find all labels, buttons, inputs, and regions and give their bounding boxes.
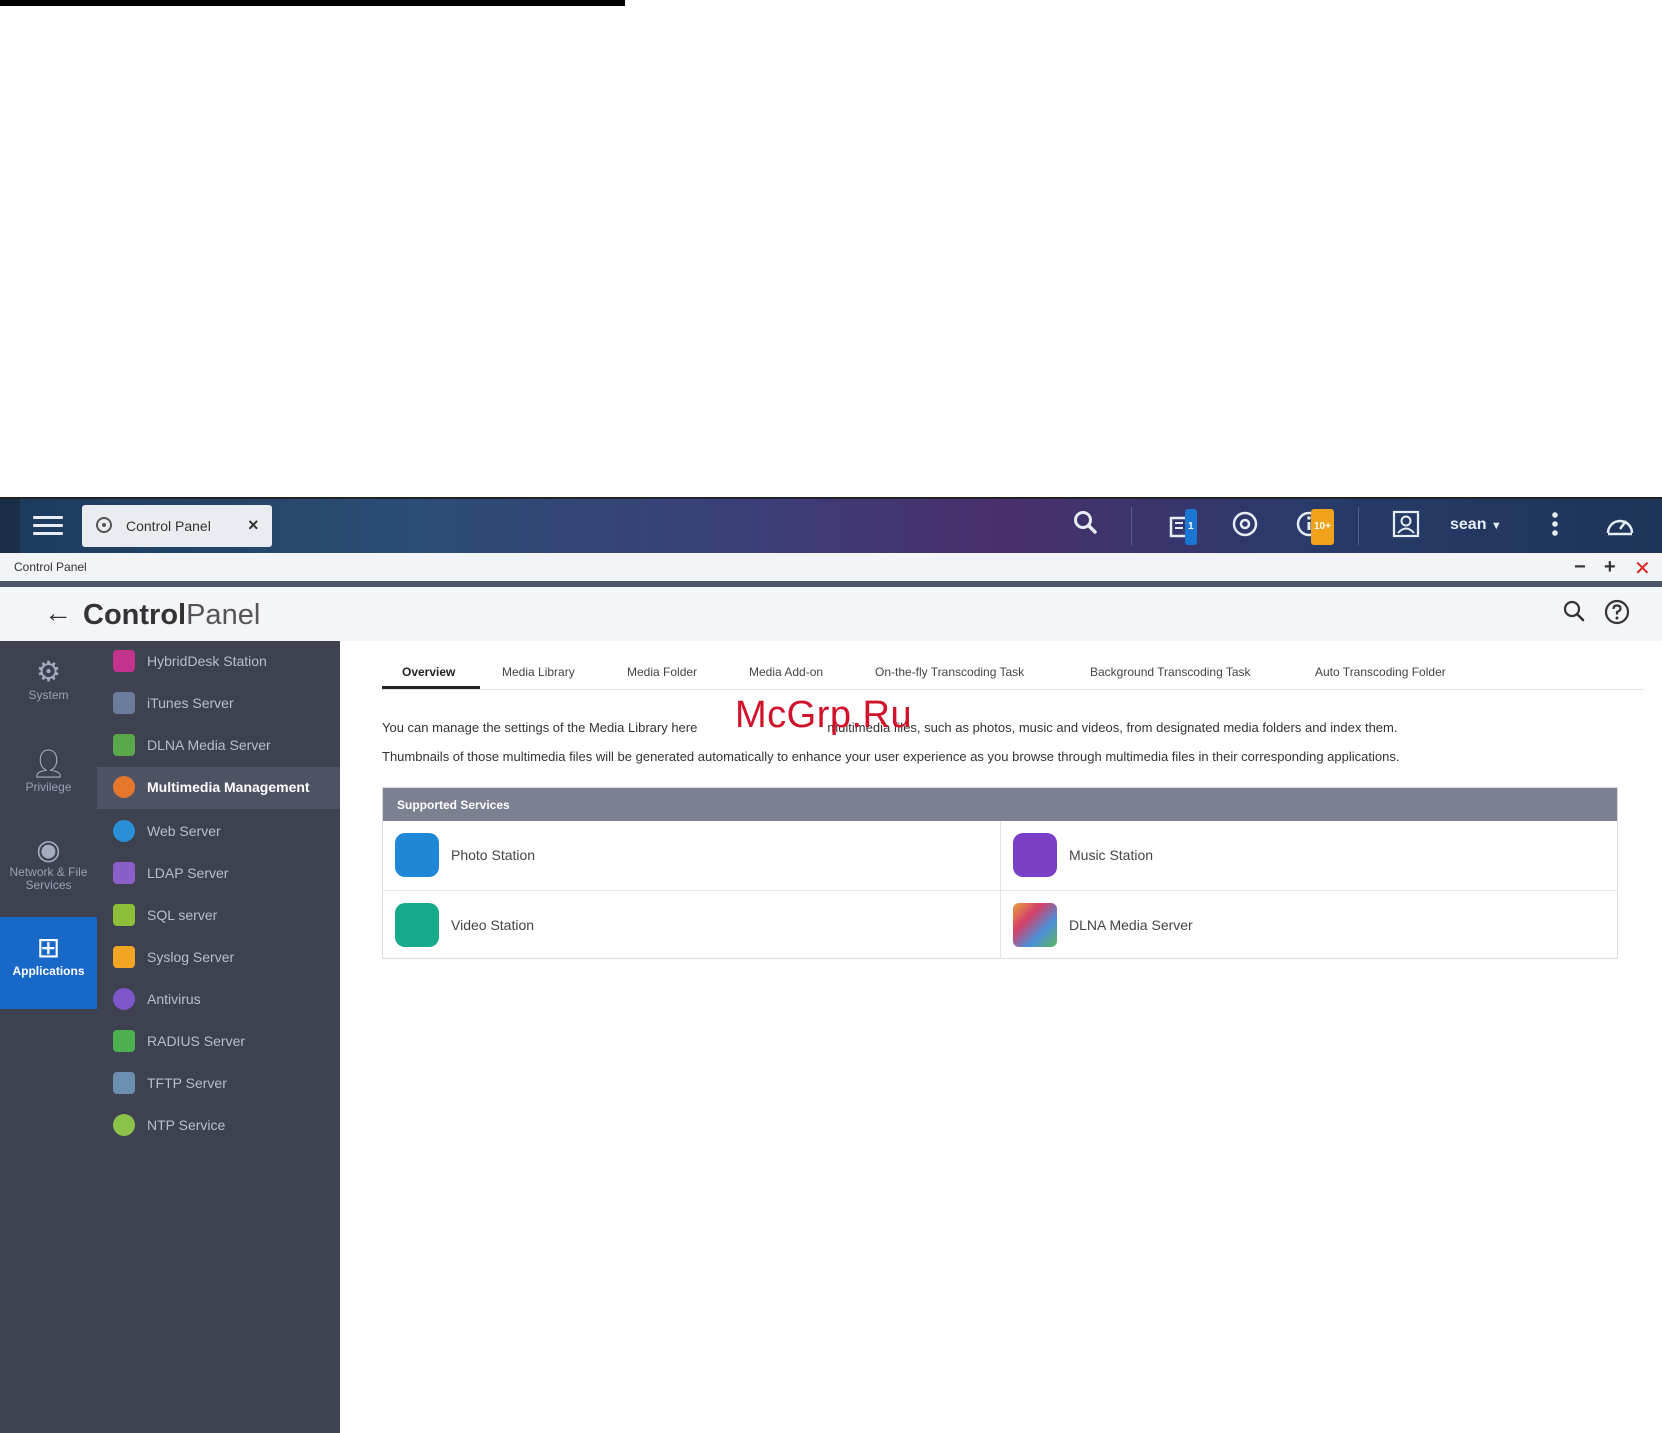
external-device-icon[interactable] [1228,509,1262,543]
ntp-icon [113,1114,135,1136]
taskbar-separator [1131,507,1132,545]
tab-overview[interactable]: Overview [402,665,455,679]
search-icon[interactable] [1562,599,1586,630]
sub-item-hybriddesk-station[interactable]: HybridDesk Station [97,641,340,681]
application-sub-nav: HybridDesk Station iTunes Server DLNA Me… [97,641,340,1433]
sub-item-dlna-media-server[interactable]: DLNA Media Server [97,725,340,765]
hybriddesk-icon [113,650,135,672]
category-label: Network & File Services [9,865,88,892]
web-icon [113,820,135,842]
tab-bar: Overview Media Library Media Folder Medi… [382,659,1644,690]
window-title-bar: Control Panel − + ✕ [0,553,1662,587]
sub-item-radius-server[interactable]: RADIUS Server [97,1021,340,1061]
sub-item-web-server[interactable]: Web Server [97,811,340,851]
user-name: sean [1450,516,1487,533]
itunes-icon [113,692,135,714]
radius-icon [113,1030,135,1052]
main-content: Overview Media Library Media Folder Medi… [340,641,1662,1433]
service-dlna-media-server: DLNA Media Server [1001,890,1617,958]
sql-icon [113,904,135,926]
category-system[interactable]: ⚙ System [0,641,97,733]
back-arrow-icon[interactable]: ← [44,597,72,629]
service-photo-station: Photo Station [383,821,1000,889]
window-close-icon[interactable]: ✕ [1634,556,1651,581]
taskbar-left-edge [0,499,20,553]
background-tasks-icon[interactable]: 1 [1163,509,1197,545]
search-icon[interactable] [1068,509,1102,543]
description-line-2: Thumbnails of those multimedia files wil… [382,749,1400,764]
user-avatar-icon[interactable] [1389,509,1423,543]
qts-taskbar: Control Panel × 1 10+ sean ▼ [0,499,1662,553]
sub-item-multimedia-management[interactable]: Multimedia Management [97,767,340,809]
tab-background-transcoding[interactable]: Background Transcoding Task [1090,665,1251,679]
gear-icon [96,517,112,533]
sub-item-sql-server[interactable]: SQL server [97,895,340,935]
sub-item-itunes-server[interactable]: iTunes Server [97,683,340,723]
tab-on-the-fly-transcoding[interactable]: On-the-fly Transcoding Task [875,665,1024,679]
globe-icon: ◉ [36,834,61,865]
supported-services-header: Supported Services [383,788,1617,821]
minimize-icon[interactable]: − [1574,556,1586,579]
multimedia-icon [113,776,135,798]
dlna-icon [113,734,135,756]
taskbar-separator [1358,507,1359,545]
tab-media-folder[interactable]: Media Folder [627,665,697,679]
window-title: Control Panel [14,560,87,574]
sub-item-tftp-server[interactable]: TFTP Server [97,1063,340,1103]
antivirus-icon [113,988,135,1010]
control-panel-header: ← ControlPanel [0,587,1662,641]
main-menu-icon[interactable] [33,511,63,541]
category-label: Privilege [25,780,72,794]
event-count-badge: 10+ [1311,509,1334,545]
category-label: System [28,688,69,702]
category-privilege[interactable]: 👤︎ Privilege [0,733,97,825]
event-notification-icon[interactable]: 10+ [1293,509,1334,545]
apps-grid-icon: ⊞ [36,932,61,963]
category-label: Applications [12,964,85,978]
video-station-icon [395,903,439,947]
dlna-media-server-icon [1013,903,1057,947]
service-music-station: Music Station [1001,821,1617,889]
task-count-badge: 1 [1185,509,1197,545]
sub-item-antivirus[interactable]: Antivirus [97,979,340,1019]
help-icon[interactable] [1604,599,1630,632]
gear-icon: ⚙ [35,656,62,687]
user-menu[interactable]: sean ▼ [1450,516,1502,534]
chevron-down-icon: ▼ [1490,520,1502,532]
tab-media-addon[interactable]: Media Add-on [749,665,823,679]
sub-item-ntp-service[interactable]: NTP Service [97,1105,340,1145]
more-options-icon[interactable] [1538,509,1572,543]
active-tab-indicator [382,686,480,689]
qts-desktop: Control Panel × 1 10+ sean ▼ Control Pan… [0,497,1662,1433]
close-icon[interactable]: × [248,515,259,536]
photo-station-icon [395,833,439,877]
dashboard-icon[interactable] [1603,509,1637,543]
sub-item-syslog-server[interactable]: Syslog Server [97,937,340,977]
music-station-icon [1013,833,1057,877]
category-applications[interactable]: ⊞ Applications [0,917,97,1009]
supported-services-table: Supported Services Photo Station Music S… [382,787,1618,959]
tftp-icon [113,1072,135,1094]
ldap-icon [113,862,135,884]
watermark: McGrp.Ru [735,694,913,736]
syslog-icon [113,946,135,968]
page-title: ControlPanel [83,599,261,631]
service-video-station: Video Station [383,890,1000,958]
category-network-file-services[interactable]: ◉ Network & File Services [0,825,97,917]
tab-auto-transcoding-folder[interactable]: Auto Transcoding Folder [1315,665,1446,679]
user-icon: 👤︎ [30,748,67,779]
app-tab-label: Control Panel [126,518,211,534]
app-tab-control-panel[interactable]: Control Panel × [82,505,272,547]
sub-item-ldap-server[interactable]: LDAP Server [97,853,340,893]
category-nav: ⚙ System 👤︎ Privilege ◉ Network & File S… [0,641,97,1433]
maximize-icon[interactable]: + [1604,556,1616,579]
tab-media-library[interactable]: Media Library [502,665,575,679]
page-top-rule [0,0,625,6]
